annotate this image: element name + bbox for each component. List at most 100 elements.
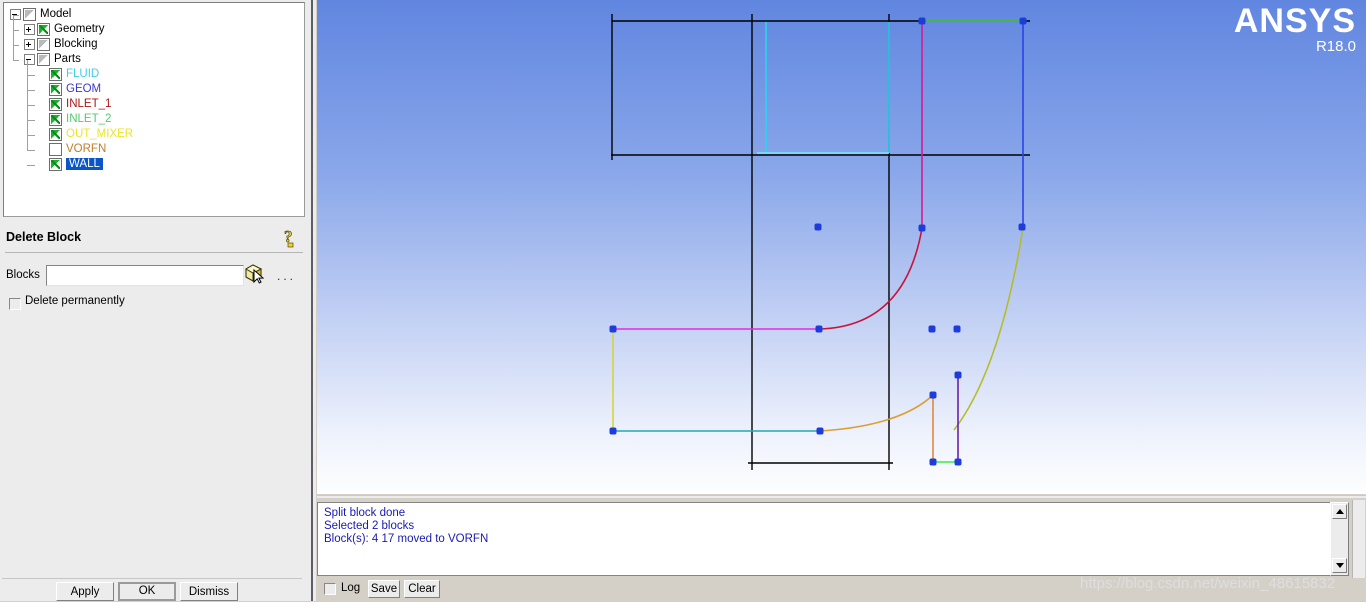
tree-item-fluid[interactable]: FLUID xyxy=(10,67,304,82)
tree-spacer xyxy=(38,100,49,109)
tree-spacer xyxy=(38,160,49,169)
model-tree[interactable]: ModelGeometryBlocking PartsFLUID GEOM INLET… xyxy=(4,3,304,172)
tree-connector xyxy=(27,75,35,76)
block-vertex[interactable] xyxy=(919,18,926,25)
message-area-divider xyxy=(317,495,1366,498)
log-checkbox[interactable] xyxy=(324,583,336,595)
tree-item-label: INLET_2 xyxy=(66,113,111,125)
block-vertex[interactable] xyxy=(930,459,937,466)
tree-checkbox[interactable] xyxy=(37,53,50,66)
tree-connector xyxy=(13,60,19,61)
vertical-splitter[interactable] xyxy=(305,0,316,601)
message-line: Split block done xyxy=(318,507,1345,520)
tree-checkbox[interactable] xyxy=(49,113,62,126)
help-icon[interactable]: ? xyxy=(280,225,302,251)
delete-permanently-label: Delete permanently xyxy=(25,295,125,307)
panel-title: Delete Block xyxy=(6,230,81,244)
block-vertex[interactable] xyxy=(954,326,961,333)
tree-item-label: Blocking xyxy=(54,38,97,50)
message-line: Block(s): 4 17 moved to VORFN xyxy=(318,533,1345,546)
tree-checkbox[interactable] xyxy=(49,128,62,141)
tree-item-parts[interactable]: Parts xyxy=(10,52,304,67)
tree-spacer xyxy=(38,145,49,154)
cube-select-icon[interactable] xyxy=(243,263,265,284)
block-vertex[interactable] xyxy=(816,326,823,333)
block-vertex[interactable] xyxy=(1020,18,1027,25)
left-panel: ModelGeometryBlocking PartsFLUID GEOM INLET… xyxy=(0,0,316,601)
tree-connector xyxy=(27,90,35,91)
crimson-curve xyxy=(819,228,922,329)
orange-curve xyxy=(820,395,933,431)
block-vertex[interactable] xyxy=(955,459,962,466)
dismiss-button[interactable]: Dismiss xyxy=(180,582,238,601)
block-vertex[interactable] xyxy=(815,224,822,231)
message-lines: Split block doneSelected 2 blocksBlock(s… xyxy=(318,503,1345,546)
block-vertex[interactable] xyxy=(1019,224,1026,231)
more-options-button[interactable]: ... xyxy=(277,269,296,283)
block-edges xyxy=(613,21,1024,462)
tree-checkbox[interactable] xyxy=(37,38,50,51)
ok-button[interactable]: OK xyxy=(118,582,176,601)
message-log[interactable]: Split block doneSelected 2 blocksBlock(s… xyxy=(317,502,1345,576)
scroll-up-icon[interactable] xyxy=(1332,504,1347,519)
tree-checkbox[interactable] xyxy=(49,83,62,96)
tree-checkbox[interactable] xyxy=(49,68,62,81)
ansys-release-label: R18.0 xyxy=(1234,39,1356,55)
tree-spacer xyxy=(38,130,49,139)
tree-item-label: VORFN xyxy=(66,143,106,155)
tree-item-blocking[interactable]: Blocking xyxy=(10,37,304,52)
tree-item-label: FLUID xyxy=(66,68,99,80)
collapse-icon[interactable] xyxy=(24,54,35,65)
clear-button[interactable]: Clear xyxy=(404,580,440,598)
scroll-down-icon[interactable] xyxy=(1332,558,1347,573)
tree-connector xyxy=(13,15,19,16)
apply-button[interactable]: Apply xyxy=(56,582,114,601)
block-vertex[interactable] xyxy=(817,428,824,435)
graphics-viewport[interactable]: ANSYS R18.0 Y X xyxy=(317,0,1366,494)
block-vertex[interactable] xyxy=(610,326,617,333)
tree-item-out_mixer[interactable]: OUT_MIXER xyxy=(10,127,304,142)
tree-checkbox[interactable] xyxy=(49,98,62,111)
tree-connector xyxy=(27,135,35,136)
delete-permanently-checkbox[interactable] xyxy=(9,298,21,310)
tree-item-label: INLET_1 xyxy=(66,98,111,110)
tree-connector xyxy=(13,30,19,31)
expand-icon[interactable] xyxy=(24,39,35,50)
tree-checkbox[interactable] xyxy=(49,158,62,171)
save-button[interactable]: Save xyxy=(368,580,400,598)
tree-item-inlet_2[interactable]: INLET_2 xyxy=(10,112,304,127)
block-vertex[interactable] xyxy=(610,428,617,435)
block-vertex[interactable] xyxy=(929,326,936,333)
tree-connector xyxy=(27,105,35,106)
outer-scroll-track[interactable] xyxy=(1352,500,1365,578)
tree-checkbox[interactable] xyxy=(23,8,36,21)
expand-icon[interactable] xyxy=(24,24,35,35)
block-vertex[interactable] xyxy=(919,225,926,232)
block-vertex[interactable] xyxy=(955,372,962,379)
tree-item-inlet_1[interactable]: INLET_1 xyxy=(10,97,304,112)
tree-item-label: GEOM xyxy=(66,83,101,95)
tree-item-model[interactable]: Model xyxy=(10,7,304,22)
tree-item-geometry[interactable]: Geometry xyxy=(10,22,304,37)
message-scrollbar[interactable] xyxy=(1330,502,1349,576)
block-frame-lines xyxy=(611,14,1030,470)
ansys-icem-window: ModelGeometryBlocking PartsFLUID GEOM INLET… xyxy=(0,0,1366,601)
tree-item-label: WALL xyxy=(66,158,103,170)
model-tree-panel[interactable]: ModelGeometryBlocking PartsFLUID GEOM INLET… xyxy=(3,2,305,217)
message-line: Selected 2 blocks xyxy=(318,520,1345,533)
ansys-wordmark: ANSYS xyxy=(1234,4,1356,38)
tree-checkbox[interactable] xyxy=(37,23,50,36)
tree-connector xyxy=(13,45,19,46)
tree-item-label: OUT_MIXER xyxy=(66,128,133,140)
tree-checkbox[interactable] xyxy=(49,143,62,156)
blocks-input[interactable] xyxy=(46,265,244,286)
tree-item-wall[interactable]: WALL xyxy=(10,157,304,172)
tree-item-vorfn[interactable]: VORFN xyxy=(10,142,304,157)
block-vertex[interactable] xyxy=(930,392,937,399)
tree-connector xyxy=(13,15,14,60)
blocking-geometry xyxy=(317,0,1366,494)
tree-connector xyxy=(27,150,35,151)
block-vertices xyxy=(610,18,1027,466)
tree-item-geom[interactable]: GEOM xyxy=(10,82,304,97)
tree-spacer xyxy=(38,85,49,94)
